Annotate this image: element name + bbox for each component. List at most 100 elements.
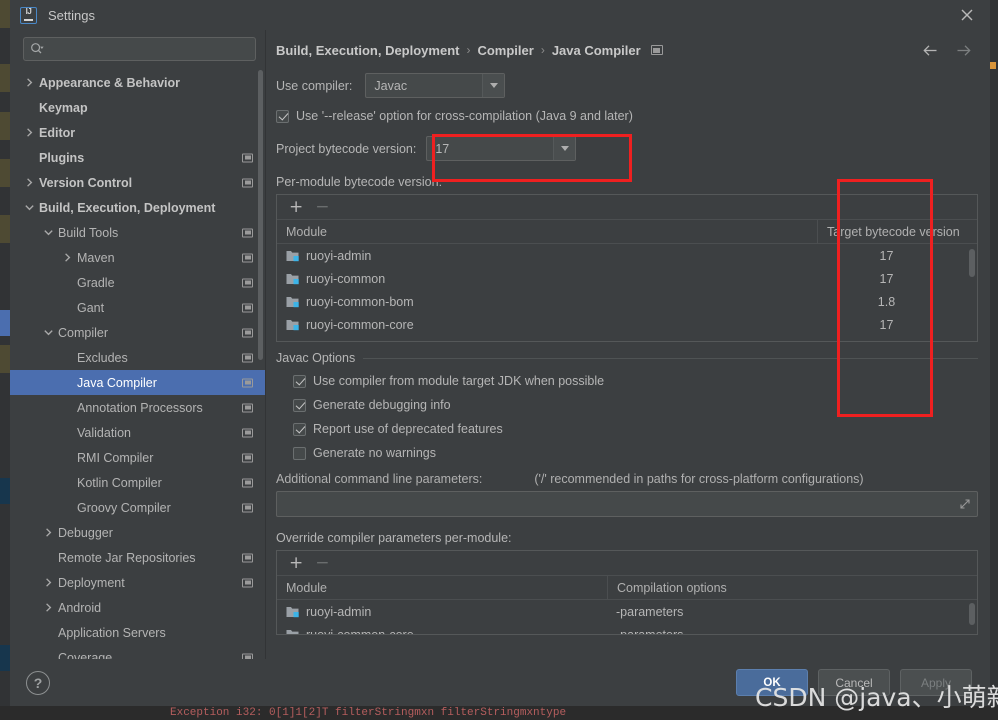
- table-row[interactable]: ruoyi-admin 17: [277, 244, 977, 267]
- settings-scope-icon: [242, 553, 253, 562]
- column-header-target-bytecode[interactable]: Target bytecode version: [817, 220, 977, 243]
- chevron-down-icon[interactable]: [24, 202, 35, 213]
- table-row[interactable]: ruoyi-common 17: [277, 267, 977, 290]
- add-override-button[interactable]: +: [289, 554, 303, 572]
- help-button[interactable]: ?: [26, 670, 50, 695]
- table-row[interactable]: ruoyi-common-core 17: [277, 313, 977, 336]
- ok-button[interactable]: OK: [736, 669, 808, 696]
- navigation-arrows: [922, 42, 978, 59]
- expand-editor-icon[interactable]: [959, 498, 971, 510]
- sidebar-item-debugger[interactable]: Debugger: [10, 520, 265, 545]
- search-input[interactable]: [48, 42, 249, 56]
- chevron-right-icon[interactable]: [43, 602, 54, 613]
- sidebar-item-java-compiler[interactable]: Java Compiler: [10, 370, 265, 395]
- sidebar-item-appearance-behavior[interactable]: Appearance & Behavior: [10, 70, 265, 95]
- chevron-right-icon[interactable]: [24, 127, 35, 138]
- javac-option-checkbox[interactable]: [293, 374, 306, 388]
- sidebar-item-rmi-compiler[interactable]: RMI Compiler: [10, 445, 265, 470]
- settings-tree[interactable]: Appearance & Behavior Keymap Editor Plugins…: [10, 69, 265, 659]
- sidebar-item-deployment[interactable]: Deployment: [10, 570, 265, 595]
- release-option-checkbox[interactable]: [276, 109, 289, 123]
- gutter-marker: [0, 345, 10, 373]
- project-bytecode-select[interactable]: 17: [426, 136, 577, 161]
- remove-override-button[interactable]: −: [315, 554, 329, 572]
- sidebar-item-maven[interactable]: Maven: [10, 245, 265, 270]
- breadcrumb-item-0[interactable]: Build, Execution, Deployment: [276, 43, 459, 58]
- column-header-module[interactable]: Module: [277, 581, 607, 595]
- override-params-label: Override compiler parameters per-module:: [276, 531, 512, 545]
- sidebar-item-plugins[interactable]: Plugins: [10, 145, 265, 170]
- search-box[interactable]: [23, 37, 256, 61]
- sidebar-item-version-control[interactable]: Version Control: [10, 170, 265, 195]
- per-module-table-scrollbar[interactable]: [969, 249, 975, 277]
- use-compiler-select[interactable]: Javac: [365, 73, 506, 98]
- sidebar-scrollbar[interactable]: [258, 70, 263, 360]
- apply-button[interactable]: Apply: [900, 669, 972, 696]
- gutter-marker: [0, 0, 10, 28]
- table-row[interactable]: ruoyi-common-bom 1.8: [277, 290, 977, 313]
- override-params-table-scrollbar[interactable]: [969, 603, 975, 625]
- project-bytecode-label: Project bytecode version:: [276, 141, 417, 156]
- arrow-left-icon[interactable]: [922, 42, 939, 59]
- sidebar-item-groovy-compiler[interactable]: Groovy Compiler: [10, 495, 265, 520]
- cell-target-bytecode-version: 17: [817, 341, 977, 342]
- override-params-table-body[interactable]: ruoyi-admin -parameters ruoyi-common-core -…: [277, 600, 977, 634]
- remove-module-button[interactable]: −: [315, 198, 329, 216]
- settings-scope-icon: [242, 428, 253, 437]
- close-icon[interactable]: [958, 6, 976, 24]
- sidebar-item-coverage[interactable]: Coverage: [10, 645, 265, 659]
- editor-right-strip: [989, 0, 998, 706]
- chevron-right-icon[interactable]: [43, 577, 54, 588]
- per-module-table-body[interactable]: ruoyi-admin 17 ruoyi-common 17 ruoyi-common-…: [277, 244, 977, 341]
- additional-params-input[interactable]: [276, 491, 978, 517]
- gutter-marker: [0, 112, 10, 140]
- settings-scope-icon[interactable]: [650, 45, 663, 55]
- sidebar-item-label: Gant: [77, 300, 105, 315]
- sidebar-item-label: Java Compiler: [77, 375, 157, 390]
- chevron-right-icon[interactable]: [24, 177, 35, 188]
- sidebar-item-compiler[interactable]: Compiler: [10, 320, 265, 345]
- sidebar-item-keymap[interactable]: Keymap: [10, 95, 265, 120]
- sidebar-item-gradle[interactable]: Gradle: [10, 270, 265, 295]
- cell-module: ruoyi-common-bom: [277, 295, 817, 309]
- chevron-right-icon[interactable]: [24, 77, 35, 88]
- sidebar-item-excludes[interactable]: Excludes: [10, 345, 265, 370]
- chevron-right-icon[interactable]: [62, 252, 73, 263]
- javac-option-checkbox[interactable]: [293, 398, 306, 412]
- chevron-down-icon[interactable]: [43, 327, 54, 338]
- arrow-right-icon[interactable]: [955, 42, 972, 59]
- sidebar-item-gant[interactable]: Gant: [10, 295, 265, 320]
- add-module-button[interactable]: +: [289, 198, 303, 216]
- chevron-right-icon[interactable]: [43, 527, 54, 538]
- javac-option-checkbox[interactable]: [293, 422, 306, 436]
- settings-sidebar: Appearance & Behavior Keymap Editor Plugins…: [10, 30, 266, 659]
- cell-module: ruoyi-admin: [277, 605, 607, 619]
- sidebar-item-editor[interactable]: Editor: [10, 120, 265, 145]
- table-row[interactable]: ruoyi-common-doc 17: [277, 336, 977, 342]
- tree-arrow-placeholder: [62, 427, 73, 438]
- sidebar-item-annotation-processors[interactable]: Annotation Processors: [10, 395, 265, 420]
- chevron-down-icon: [553, 137, 576, 160]
- cancel-button[interactable]: Cancel: [818, 669, 890, 696]
- javac-option-row: Use compiler from module target JDK when…: [293, 374, 978, 388]
- sidebar-item-validation[interactable]: Validation: [10, 420, 265, 445]
- javac-option-label: Use compiler from module target JDK when…: [313, 374, 605, 388]
- sidebar-item-kotlin-compiler[interactable]: Kotlin Compiler: [10, 470, 265, 495]
- javac-option-checkbox[interactable]: [293, 446, 306, 460]
- chevron-down-icon[interactable]: [43, 227, 54, 238]
- column-header-module[interactable]: Module: [277, 225, 817, 239]
- release-option-row: Use '--release' option for cross-compila…: [276, 109, 978, 123]
- settings-scope-icon: [242, 153, 253, 162]
- table-row[interactable]: ruoyi-common-core -parameters: [277, 623, 977, 634]
- table-row[interactable]: ruoyi-admin -parameters: [277, 600, 977, 623]
- sidebar-item-application-servers[interactable]: Application Servers: [10, 620, 265, 645]
- sidebar-item-android[interactable]: Android: [10, 595, 265, 620]
- sidebar-item-build-execution-deployment[interactable]: Build, Execution, Deployment: [10, 195, 265, 220]
- dialog-actions: OK Cancel Apply: [736, 669, 972, 696]
- sidebar-item-build-tools[interactable]: Build Tools: [10, 220, 265, 245]
- cell-module: ruoyi-common-core: [277, 318, 817, 332]
- sidebar-item-remote-jar-repositories[interactable]: Remote Jar Repositories: [10, 545, 265, 570]
- dialog-button-bar: ? OK Cancel Apply: [10, 659, 990, 706]
- column-header-compilation-options[interactable]: Compilation options: [607, 576, 977, 599]
- breadcrumb-item-1[interactable]: Compiler: [477, 43, 533, 58]
